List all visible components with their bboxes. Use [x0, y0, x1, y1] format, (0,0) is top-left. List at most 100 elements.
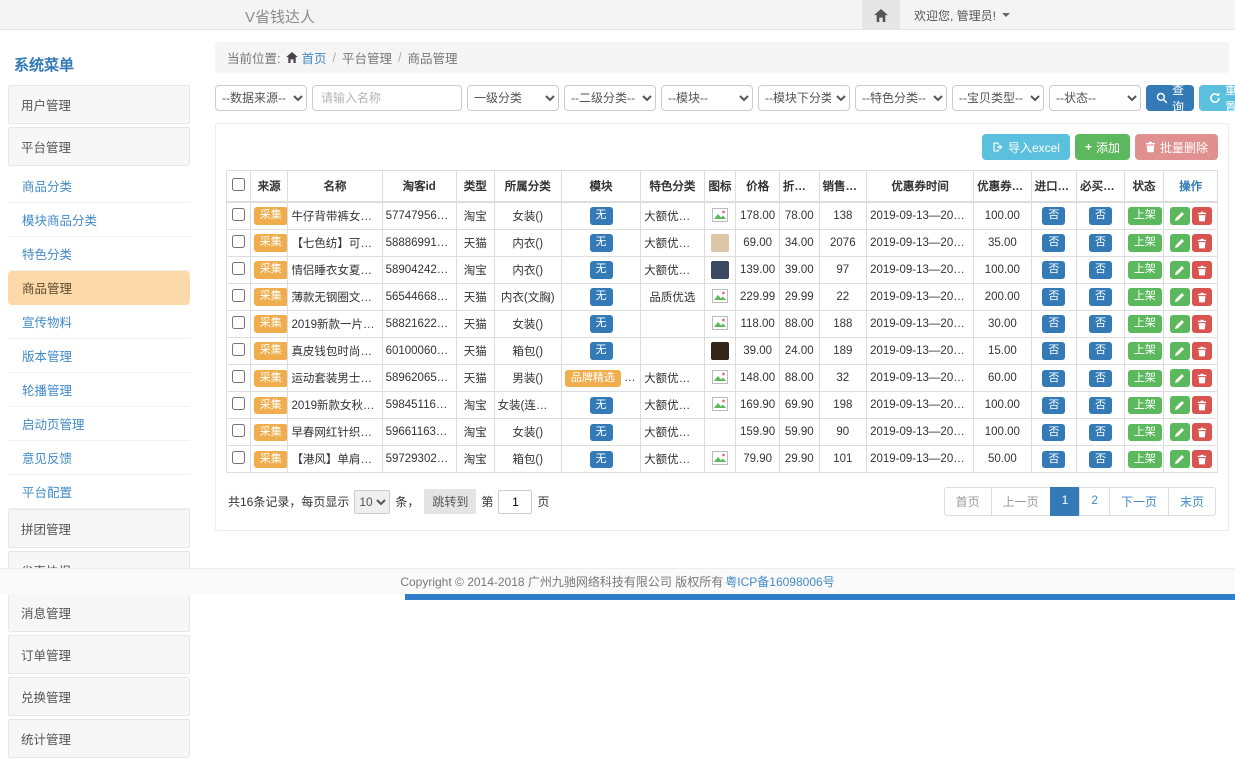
edit-button[interactable]	[1170, 369, 1190, 387]
delete-button[interactable]	[1192, 234, 1212, 252]
filter-select-0[interactable]: --数据来源--	[215, 85, 307, 111]
sidebar-item-1[interactable]: 平台管理	[8, 127, 190, 166]
row-checkbox[interactable]	[232, 316, 245, 329]
pager-item-0[interactable]: 首页	[944, 487, 992, 516]
status-toggle[interactable]: 上架	[1128, 207, 1162, 224]
delete-button[interactable]	[1192, 261, 1212, 279]
row-checkbox[interactable]	[232, 424, 245, 437]
import-select-toggle[interactable]: 否	[1042, 451, 1065, 468]
row-checkbox[interactable]	[232, 208, 245, 221]
status-toggle[interactable]: 上架	[1128, 234, 1162, 251]
delete-button[interactable]	[1192, 450, 1212, 468]
name-search-input[interactable]	[312, 85, 462, 111]
sidebar-item-12[interactable]: 拼团管理	[8, 509, 190, 548]
import-excel-button[interactable]: 导入excel	[982, 134, 1070, 160]
import-select-toggle[interactable]: 否	[1042, 424, 1065, 441]
filter-select-6[interactable]: --特色分类--	[855, 85, 947, 111]
must-buy-toggle[interactable]: 否	[1089, 315, 1112, 332]
import-select-toggle[interactable]: 否	[1042, 315, 1065, 332]
delete-button[interactable]	[1192, 396, 1212, 414]
sidebar-item-6[interactable]: 宣传物料	[8, 305, 190, 339]
sidebar-item-14[interactable]: 消息管理	[8, 593, 190, 632]
filter-select-2[interactable]: 一级分类	[467, 85, 559, 111]
must-buy-toggle[interactable]: 否	[1089, 424, 1112, 441]
status-toggle[interactable]: 上架	[1128, 370, 1162, 387]
pager-item-5[interactable]: 末页	[1168, 487, 1216, 516]
home-button[interactable]	[862, 0, 900, 30]
import-select-toggle[interactable]: 否	[1042, 207, 1065, 224]
status-toggle[interactable]: 上架	[1128, 288, 1162, 305]
row-checkbox[interactable]	[232, 235, 245, 248]
import-select-toggle[interactable]: 否	[1042, 370, 1065, 387]
search-button[interactable]: 查询	[1146, 85, 1194, 111]
jump-page-input[interactable]	[498, 490, 532, 514]
select-all-checkbox[interactable]	[232, 178, 245, 191]
edit-button[interactable]	[1170, 288, 1190, 306]
status-toggle[interactable]: 上架	[1128, 261, 1162, 278]
filter-select-5[interactable]: --模块下分类--	[758, 85, 850, 111]
sidebar-item-2[interactable]: 商品分类	[8, 169, 190, 203]
sidebar-item-15[interactable]: 订单管理	[8, 635, 190, 674]
delete-button[interactable]	[1192, 288, 1212, 306]
row-checkbox[interactable]	[232, 262, 245, 275]
status-toggle[interactable]: 上架	[1128, 451, 1162, 468]
must-buy-toggle[interactable]: 否	[1089, 234, 1112, 251]
must-buy-toggle[interactable]: 否	[1089, 342, 1112, 359]
edit-button[interactable]	[1170, 450, 1190, 468]
pager-item-2[interactable]: 1	[1050, 487, 1081, 516]
sidebar-item-9[interactable]: 启动页管理	[8, 407, 190, 441]
delete-button[interactable]	[1192, 342, 1212, 360]
per-page-select[interactable]: 10	[354, 490, 390, 514]
breadcrumb-home-link[interactable]: 首页	[286, 48, 326, 67]
status-toggle[interactable]: 上架	[1128, 342, 1162, 359]
must-buy-toggle[interactable]: 否	[1089, 370, 1112, 387]
sidebar-item-16[interactable]: 兑换管理	[8, 677, 190, 716]
add-button[interactable]: + 添加	[1075, 134, 1130, 160]
batch-delete-button[interactable]: 批量删除	[1135, 134, 1218, 160]
sidebar-item-7[interactable]: 版本管理	[8, 339, 190, 373]
sidebar-item-8[interactable]: 轮播管理	[8, 373, 190, 407]
row-checkbox[interactable]	[232, 397, 245, 410]
edit-button[interactable]	[1170, 342, 1190, 360]
import-select-toggle[interactable]: 否	[1042, 261, 1065, 278]
must-buy-toggle[interactable]: 否	[1089, 288, 1112, 305]
edit-button[interactable]	[1170, 234, 1190, 252]
filter-select-4[interactable]: --模块--	[661, 85, 753, 111]
filter-select-8[interactable]: --状态--	[1049, 85, 1141, 111]
filter-select-7[interactable]: --宝贝类型--	[952, 85, 1044, 111]
import-select-toggle[interactable]: 否	[1042, 397, 1065, 414]
row-checkbox[interactable]	[232, 343, 245, 356]
edit-button[interactable]	[1170, 261, 1190, 279]
user-menu[interactable]: 欢迎您, 管理员!	[900, 0, 1024, 30]
sidebar-item-0[interactable]: 用户管理	[8, 85, 190, 124]
jump-button[interactable]: 跳转到	[424, 489, 476, 514]
must-buy-toggle[interactable]: 否	[1089, 207, 1112, 224]
sidebar-item-10[interactable]: 意见反馈	[8, 441, 190, 475]
row-checkbox[interactable]	[232, 451, 245, 464]
delete-button[interactable]	[1192, 369, 1212, 387]
reset-button[interactable]: 重置	[1199, 85, 1235, 111]
edit-button[interactable]	[1170, 207, 1190, 225]
row-checkbox[interactable]	[232, 289, 245, 302]
edit-button[interactable]	[1170, 315, 1190, 333]
sidebar-item-4[interactable]: 特色分类	[8, 237, 190, 271]
must-buy-toggle[interactable]: 否	[1089, 397, 1112, 414]
status-toggle[interactable]: 上架	[1128, 397, 1162, 414]
import-select-toggle[interactable]: 否	[1042, 234, 1065, 251]
status-toggle[interactable]: 上架	[1128, 315, 1162, 332]
delete-button[interactable]	[1192, 315, 1212, 333]
import-select-toggle[interactable]: 否	[1042, 342, 1065, 359]
icp-link[interactable]: 粤ICP备16098006号	[725, 573, 834, 590]
must-buy-toggle[interactable]: 否	[1089, 451, 1112, 468]
edit-button[interactable]	[1170, 396, 1190, 414]
delete-button[interactable]	[1192, 207, 1212, 225]
sidebar-item-5[interactable]: 商品管理	[8, 271, 190, 305]
pager-item-4[interactable]: 下一页	[1109, 487, 1169, 516]
import-select-toggle[interactable]: 否	[1042, 288, 1065, 305]
pager-item-1[interactable]: 上一页	[991, 487, 1051, 516]
row-checkbox[interactable]	[232, 370, 245, 383]
pager-item-3[interactable]: 2	[1079, 487, 1110, 516]
delete-button[interactable]	[1192, 423, 1212, 441]
sidebar-item-11[interactable]: 平台配置	[8, 475, 190, 509]
filter-select-3[interactable]: --二级分类--	[564, 85, 656, 111]
